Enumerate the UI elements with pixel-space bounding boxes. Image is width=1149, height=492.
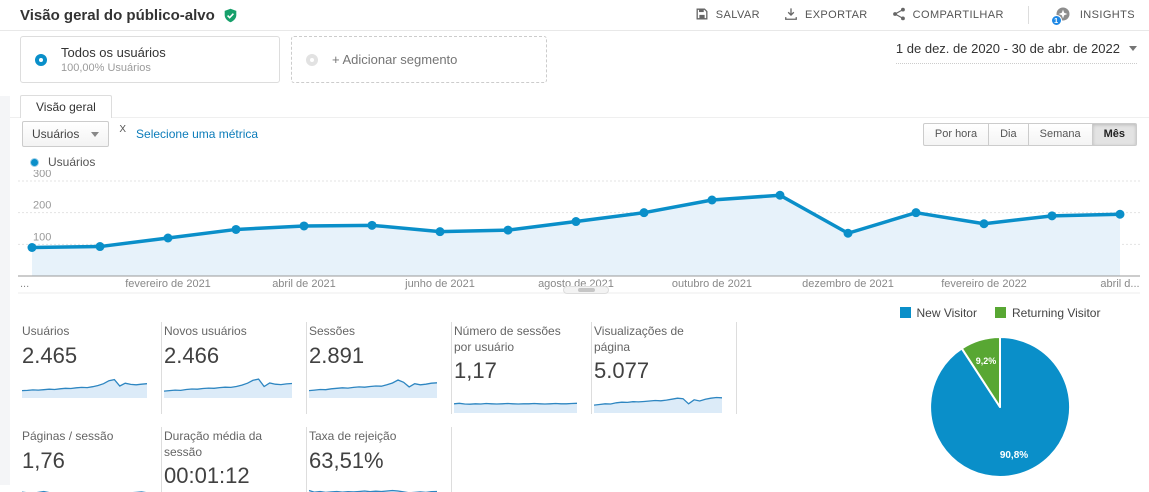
granularity-por-hora[interactable]: Por hora <box>922 122 990 146</box>
metric-label: Visualizações de página <box>594 324 684 354</box>
legend-dot-icon <box>30 157 39 167</box>
select-metric-link[interactable]: Selecione uma métrica <box>136 127 258 141</box>
insights-icon: 1 <box>1050 6 1073 26</box>
pie-legend-returning-visitor: Returning Visitor <box>994 306 1100 320</box>
metric-value: 2.891 <box>309 342 365 368</box>
chevron-down-icon <box>91 131 100 137</box>
segment-subtitle: 100,00% Usuários <box>61 61 151 74</box>
metric-sparkline <box>22 478 147 492</box>
export-button[interactable]: EXPORTAR <box>784 7 868 24</box>
granularity-button-group: Por hora Dia Semana Mês <box>922 122 1137 146</box>
svg-text:100: 100 <box>33 231 51 243</box>
chevron-down-icon <box>1129 46 1137 51</box>
save-icon <box>695 7 709 24</box>
metric-label: Novos usuários <box>164 324 247 338</box>
page-header: Visão geral do público-alvo SALVAR EXPOR… <box>0 0 1149 31</box>
share-button[interactable]: COMPARTILHAR <box>892 7 1004 24</box>
tab-bar: Visão geral <box>10 95 1149 118</box>
audience-overview-page: Visão geral do público-alvo SALVAR EXPOR… <box>0 0 1149 492</box>
metric-sparkline <box>594 388 722 414</box>
users-line-chart[interactable]: 100 200 300... fevereiro de 2021 abril de 20… <box>0 170 1149 298</box>
chart-scrollbar-thumb[interactable] <box>578 288 595 292</box>
insights-button[interactable]: 1 INSIGHTS <box>1050 6 1135 26</box>
metric-cards: Usuários 2.465 Novos usuários 2.466 Sessões 2… <box>20 322 737 492</box>
legend-label: Usuários <box>48 155 96 169</box>
svg-text:junho de 2021: junho de 2021 <box>404 278 475 290</box>
svg-text:300: 300 <box>33 170 51 180</box>
metric-value: 00:01:12 <box>164 463 250 489</box>
svg-text:abril d...: abril d... <box>1100 278 1139 290</box>
metric-sparkline <box>164 373 292 398</box>
granularity-mes[interactable]: Mês <box>1092 122 1137 146</box>
svg-text:abril de 2021: abril de 2021 <box>272 278 336 290</box>
metric-label: Usuários <box>22 324 70 338</box>
chart-scrollbar[interactable] <box>563 286 609 294</box>
svg-text:outubro de 2021: outubro de 2021 <box>672 278 752 290</box>
verified-shield-icon <box>223 8 238 23</box>
metric-value: 1,76 <box>22 447 65 473</box>
metric-card: Usuários 2.465 <box>20 322 162 415</box>
metric-value: 1,17 <box>454 358 497 384</box>
svg-text:90,8%: 90,8% <box>1000 450 1028 461</box>
header-actions: SALVAR EXPORTAR COMPARTILHAR 1 INSIGHTS <box>695 6 1135 26</box>
segment-ring-icon-gray <box>306 53 318 66</box>
metric-value: 5.077 <box>594 358 650 384</box>
visitor-pie-section: New Visitor Returning Visitor 90,8% 9,2% <box>880 306 1120 481</box>
metric-card: Duração média da sessão 00:01:12 <box>162 427 307 492</box>
segment-all-users[interactable]: Todos os usuários 100,00% Usuários <box>20 36 280 83</box>
metric-sparkline <box>309 373 437 398</box>
remove-metric-x[interactable]: X <box>119 121 126 135</box>
metric-label: Número de sessões por usuário <box>454 324 561 354</box>
insights-badge: 1 <box>1050 15 1062 26</box>
metric-value: 63,51% <box>309 447 384 473</box>
svg-text:9,2%: 9,2% <box>976 356 997 366</box>
header-divider <box>1027 6 1029 24</box>
granularity-semana[interactable]: Semana <box>1028 122 1093 146</box>
metric-value: 2.466 <box>164 342 220 368</box>
page-title: Visão geral do público-alvo <box>20 6 215 24</box>
metric-label: Taxa de rejeição <box>309 429 397 444</box>
svg-text:dezembro de 2021: dezembro de 2021 <box>802 278 894 290</box>
chart-controls: Usuários X Selecione uma métrica Por hor… <box>22 121 1137 147</box>
export-icon <box>784 7 798 24</box>
segment-title: Todos os usuários <box>61 45 166 61</box>
metric-sparkline <box>454 388 577 414</box>
new-visitor-swatch-icon <box>899 307 911 318</box>
metric-card: Visualizações de página 5.077 <box>592 322 737 415</box>
metric-label: Páginas / sessão <box>22 429 114 444</box>
metric-sparkline <box>22 373 147 398</box>
pie-legend-new-visitor: New Visitor <box>899 306 977 320</box>
svg-text:200: 200 <box>33 200 51 212</box>
tab-visao-geral[interactable]: Visão geral <box>20 95 112 118</box>
metric-label: Duração média da sessão <box>164 429 263 459</box>
granularity-dia[interactable]: Dia <box>989 122 1029 146</box>
add-segment-button[interactable]: + Adicionar segmento <box>291 36 547 83</box>
segment-ring-icon <box>35 53 47 66</box>
svg-text:fevereiro de 2022: fevereiro de 2022 <box>941 278 1027 290</box>
metric-label: Sessões <box>309 324 356 338</box>
metric-card: Número de sessões por usuário 1,17 <box>452 322 592 415</box>
share-icon <box>892 7 906 24</box>
metric-value: 2.465 <box>22 342 78 368</box>
metric-card: Novos usuários 2.466 <box>162 322 307 415</box>
metric-card: Sessões 2.891 <box>307 322 452 415</box>
line-chart-legend: Usuários <box>30 155 95 169</box>
save-button[interactable]: SALVAR <box>695 7 760 24</box>
segments-row: Todos os usuários 100,00% Usuários + Adi… <box>20 36 547 83</box>
metric-dropdown[interactable]: Usuários <box>22 121 110 147</box>
svg-text:fevereiro de 2021: fevereiro de 2021 <box>125 278 211 290</box>
add-segment-label: + Adicionar segmento <box>332 52 458 67</box>
metric-card: Taxa de rejeição 63,51% <box>307 427 452 492</box>
svg-text:...: ... <box>20 278 29 290</box>
visitor-type-pie-chart[interactable]: 90,8% 9,2% <box>926 333 1074 481</box>
metric-card: Páginas / sessão 1,76 <box>20 427 162 492</box>
date-range-text: 1 de dez. de 2020 - 30 de abr. de 2022 <box>895 41 1120 56</box>
metric-cards-row-1: Usuários 2.465 Novos usuários 2.466 Sessões 2… <box>20 322 737 415</box>
date-range-selector[interactable]: 1 de dez. de 2020 - 30 de abr. de 2022 <box>895 41 1137 64</box>
returning-visitor-swatch-icon <box>994 307 1006 318</box>
metric-sparkline <box>309 478 437 492</box>
metric-cards-row-2: Páginas / sessão 1,76 Duração média da ses… <box>20 427 737 492</box>
pie-legend: New Visitor Returning Visitor <box>880 306 1120 320</box>
